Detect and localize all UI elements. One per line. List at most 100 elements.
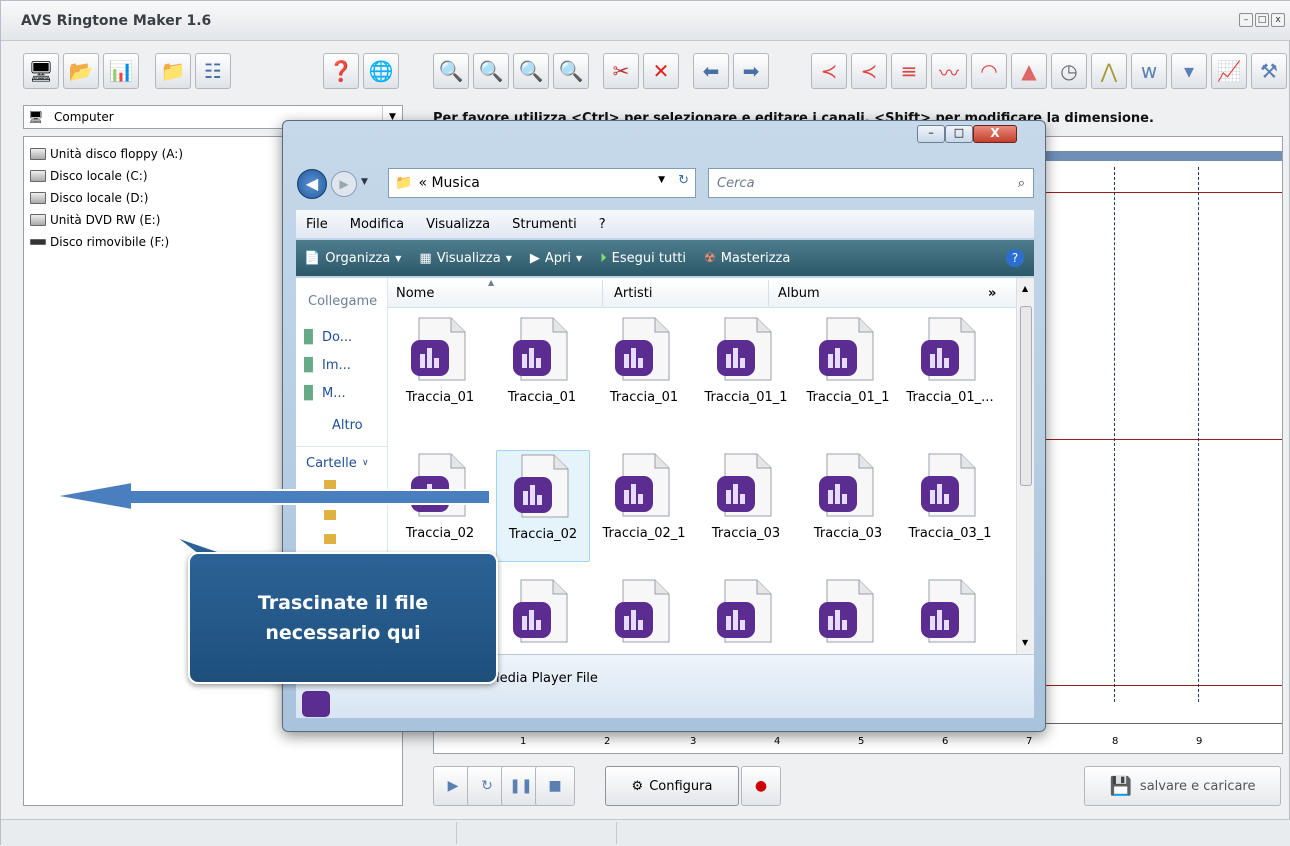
- explorer-maximize-button[interactable]: □: [945, 125, 973, 143]
- file-item[interactable]: [700, 576, 792, 654]
- explorer-minimize-button[interactable]: –: [917, 125, 945, 143]
- nav-link-documents[interactable]: ▉ Do...: [304, 330, 352, 345]
- menu-edit[interactable]: Modifica: [350, 217, 404, 232]
- file-item[interactable]: [802, 576, 894, 654]
- open-command[interactable]: ▶ Apri ▼: [530, 251, 582, 266]
- fade-in-icon: ≺: [820, 59, 838, 83]
- tree-item-local-d[interactable]: Disco locale (D:): [30, 189, 148, 207]
- file-item[interactable]: Traccia_02_1: [598, 450, 690, 560]
- menu-tools[interactable]: Strumenti: [512, 217, 577, 232]
- play-all-command[interactable]: ⏵ Esegui tutti: [600, 251, 686, 266]
- file-item[interactable]: Traccia_01_...: [904, 314, 996, 424]
- file-item[interactable]: [496, 576, 588, 654]
- help-button[interactable]: ❓: [323, 53, 359, 89]
- cut-button[interactable]: ✂: [603, 53, 639, 89]
- menu-help[interactable]: ?: [599, 217, 606, 232]
- scroll-down-icon[interactable]: ▼: [1022, 638, 1028, 647]
- close-button[interactable]: x: [1271, 13, 1285, 27]
- column-artists[interactable]: Artisti: [614, 286, 652, 301]
- organize-command[interactable]: 📄 Organizza ▼: [304, 251, 401, 266]
- more-columns-icon[interactable]: »: [988, 286, 996, 301]
- history-dropdown-icon[interactable]: ▼: [361, 177, 368, 187]
- column-album[interactable]: Album: [778, 286, 820, 301]
- folders-toggle[interactable]: Cartelle: [306, 456, 357, 471]
- undo-button[interactable]: ⬅: [693, 53, 729, 89]
- tempo-button[interactable]: ◷: [1051, 53, 1087, 89]
- computer-view-button[interactable]: 🖥: [23, 53, 59, 89]
- file-item[interactable]: Traccia_03_1: [904, 450, 996, 560]
- reverb-button[interactable]: ▲: [1011, 53, 1047, 89]
- file-item[interactable]: Traccia_01_1: [802, 314, 894, 424]
- explorer-close-button[interactable]: X: [973, 125, 1017, 143]
- tree-item-label: Unità disco floppy (A:): [50, 147, 184, 161]
- file-item[interactable]: Traccia_01: [598, 314, 690, 424]
- file-item[interactable]: Traccia_01: [496, 314, 588, 424]
- scroll-up-icon[interactable]: ▲: [1022, 284, 1028, 293]
- refresh-icon[interactable]: ↻: [678, 173, 689, 188]
- back-button[interactable]: ◀: [297, 169, 327, 199]
- save-upload-button[interactable]: 💾 salvare e caricare: [1084, 766, 1281, 806]
- file-item[interactable]: Traccia_02: [496, 450, 590, 562]
- views-command[interactable]: ▦ Visualizza ▼: [419, 251, 512, 266]
- open-folder-button[interactable]: 📂: [63, 53, 99, 89]
- fade-in-button[interactable]: ≺: [811, 53, 847, 89]
- view-mode-button[interactable]: ☷: [195, 53, 231, 89]
- burn-command[interactable]: ☢ Masterizza: [704, 251, 790, 266]
- tree-item-removable[interactable]: Disco rimovibile (F:): [30, 233, 169, 251]
- file-item[interactable]: Traccia_03: [802, 450, 894, 560]
- minimize-button[interactable]: –: [1239, 13, 1253, 27]
- tree-item-floppy[interactable]: Unità disco floppy (A:): [30, 145, 183, 163]
- help-icon[interactable]: ?: [1006, 249, 1024, 267]
- noise-button[interactable]: w: [1131, 53, 1167, 89]
- zoom-in-icon: 🔍: [438, 59, 464, 83]
- redo-icon: ➡: [742, 59, 760, 83]
- normalize-button[interactable]: ≡: [891, 53, 927, 89]
- zoom-out-button[interactable]: 🔍: [473, 53, 509, 89]
- record-button[interactable]: ●: [741, 766, 781, 806]
- file-item[interactable]: [598, 576, 690, 654]
- delete-button[interactable]: ✕: [643, 53, 679, 89]
- library-button[interactable]: 📊: [103, 53, 139, 89]
- amplify-button[interactable]: 〰: [931, 53, 967, 89]
- redo-button[interactable]: ➡: [733, 53, 769, 89]
- file-item[interactable]: Traccia_01: [394, 314, 486, 424]
- file-item[interactable]: Traccia_03: [700, 450, 792, 560]
- column-divider: [602, 280, 603, 306]
- tree-item-local-c[interactable]: Disco locale (C:): [30, 167, 148, 185]
- configure-button[interactable]: ⚙ Configura: [605, 766, 739, 806]
- zoom-in-button[interactable]: 🔍: [433, 53, 469, 89]
- more-link[interactable]: Altro: [332, 418, 363, 433]
- scroll-thumb[interactable]: [1020, 306, 1032, 486]
- file-item[interactable]: [904, 576, 996, 654]
- stop-button[interactable]: ■: [535, 766, 575, 806]
- web-button[interactable]: 🌐: [363, 53, 399, 89]
- zoom-selection-button[interactable]: 🔍: [513, 53, 549, 89]
- column-name[interactable]: Nome: [396, 286, 434, 301]
- equalizer-button[interactable]: ▾: [1171, 53, 1207, 89]
- zoom-all-button[interactable]: 🔍: [553, 53, 589, 89]
- search-icon[interactable]: ⌕: [1018, 176, 1025, 191]
- menu-file[interactable]: File: [306, 217, 328, 232]
- sort-arrow-icon: ▲: [488, 278, 495, 287]
- tools-button[interactable]: ⚒: [1251, 53, 1287, 89]
- forward-button[interactable]: ▶: [331, 171, 357, 197]
- address-bar[interactable]: 📁 « Musica ▼ ↻: [388, 168, 696, 198]
- menu-bar: File Modifica Visualizza Strumenti ?: [296, 210, 1034, 238]
- folder-up-icon: 📁: [160, 59, 186, 83]
- search-input[interactable]: Cerca ⌕: [708, 168, 1034, 198]
- maximize-button[interactable]: □: [1255, 13, 1269, 27]
- file-name: Traccia_01: [405, 390, 475, 405]
- chart-button[interactable]: 📈: [1211, 53, 1247, 89]
- removable-drive-icon: [30, 239, 46, 245]
- nav-link-images[interactable]: ▉ Im...: [304, 358, 351, 373]
- file-item[interactable]: Traccia_01_1: [700, 314, 792, 424]
- folder-up-button[interactable]: 📁: [155, 53, 191, 89]
- echo-button[interactable]: ◠: [971, 53, 1007, 89]
- menu-view[interactable]: Visualizza: [426, 217, 490, 232]
- pitch-button[interactable]: ⋀: [1091, 53, 1127, 89]
- tree-item-dvd[interactable]: Unità DVD RW (E:): [30, 211, 160, 229]
- fade-out-button[interactable]: ≺: [851, 53, 887, 89]
- nav-link-music[interactable]: ▉ M...: [304, 386, 346, 401]
- vertical-scrollbar[interactable]: ▲ ▼: [1016, 278, 1034, 654]
- chevron-down-icon[interactable]: ▼: [658, 175, 665, 185]
